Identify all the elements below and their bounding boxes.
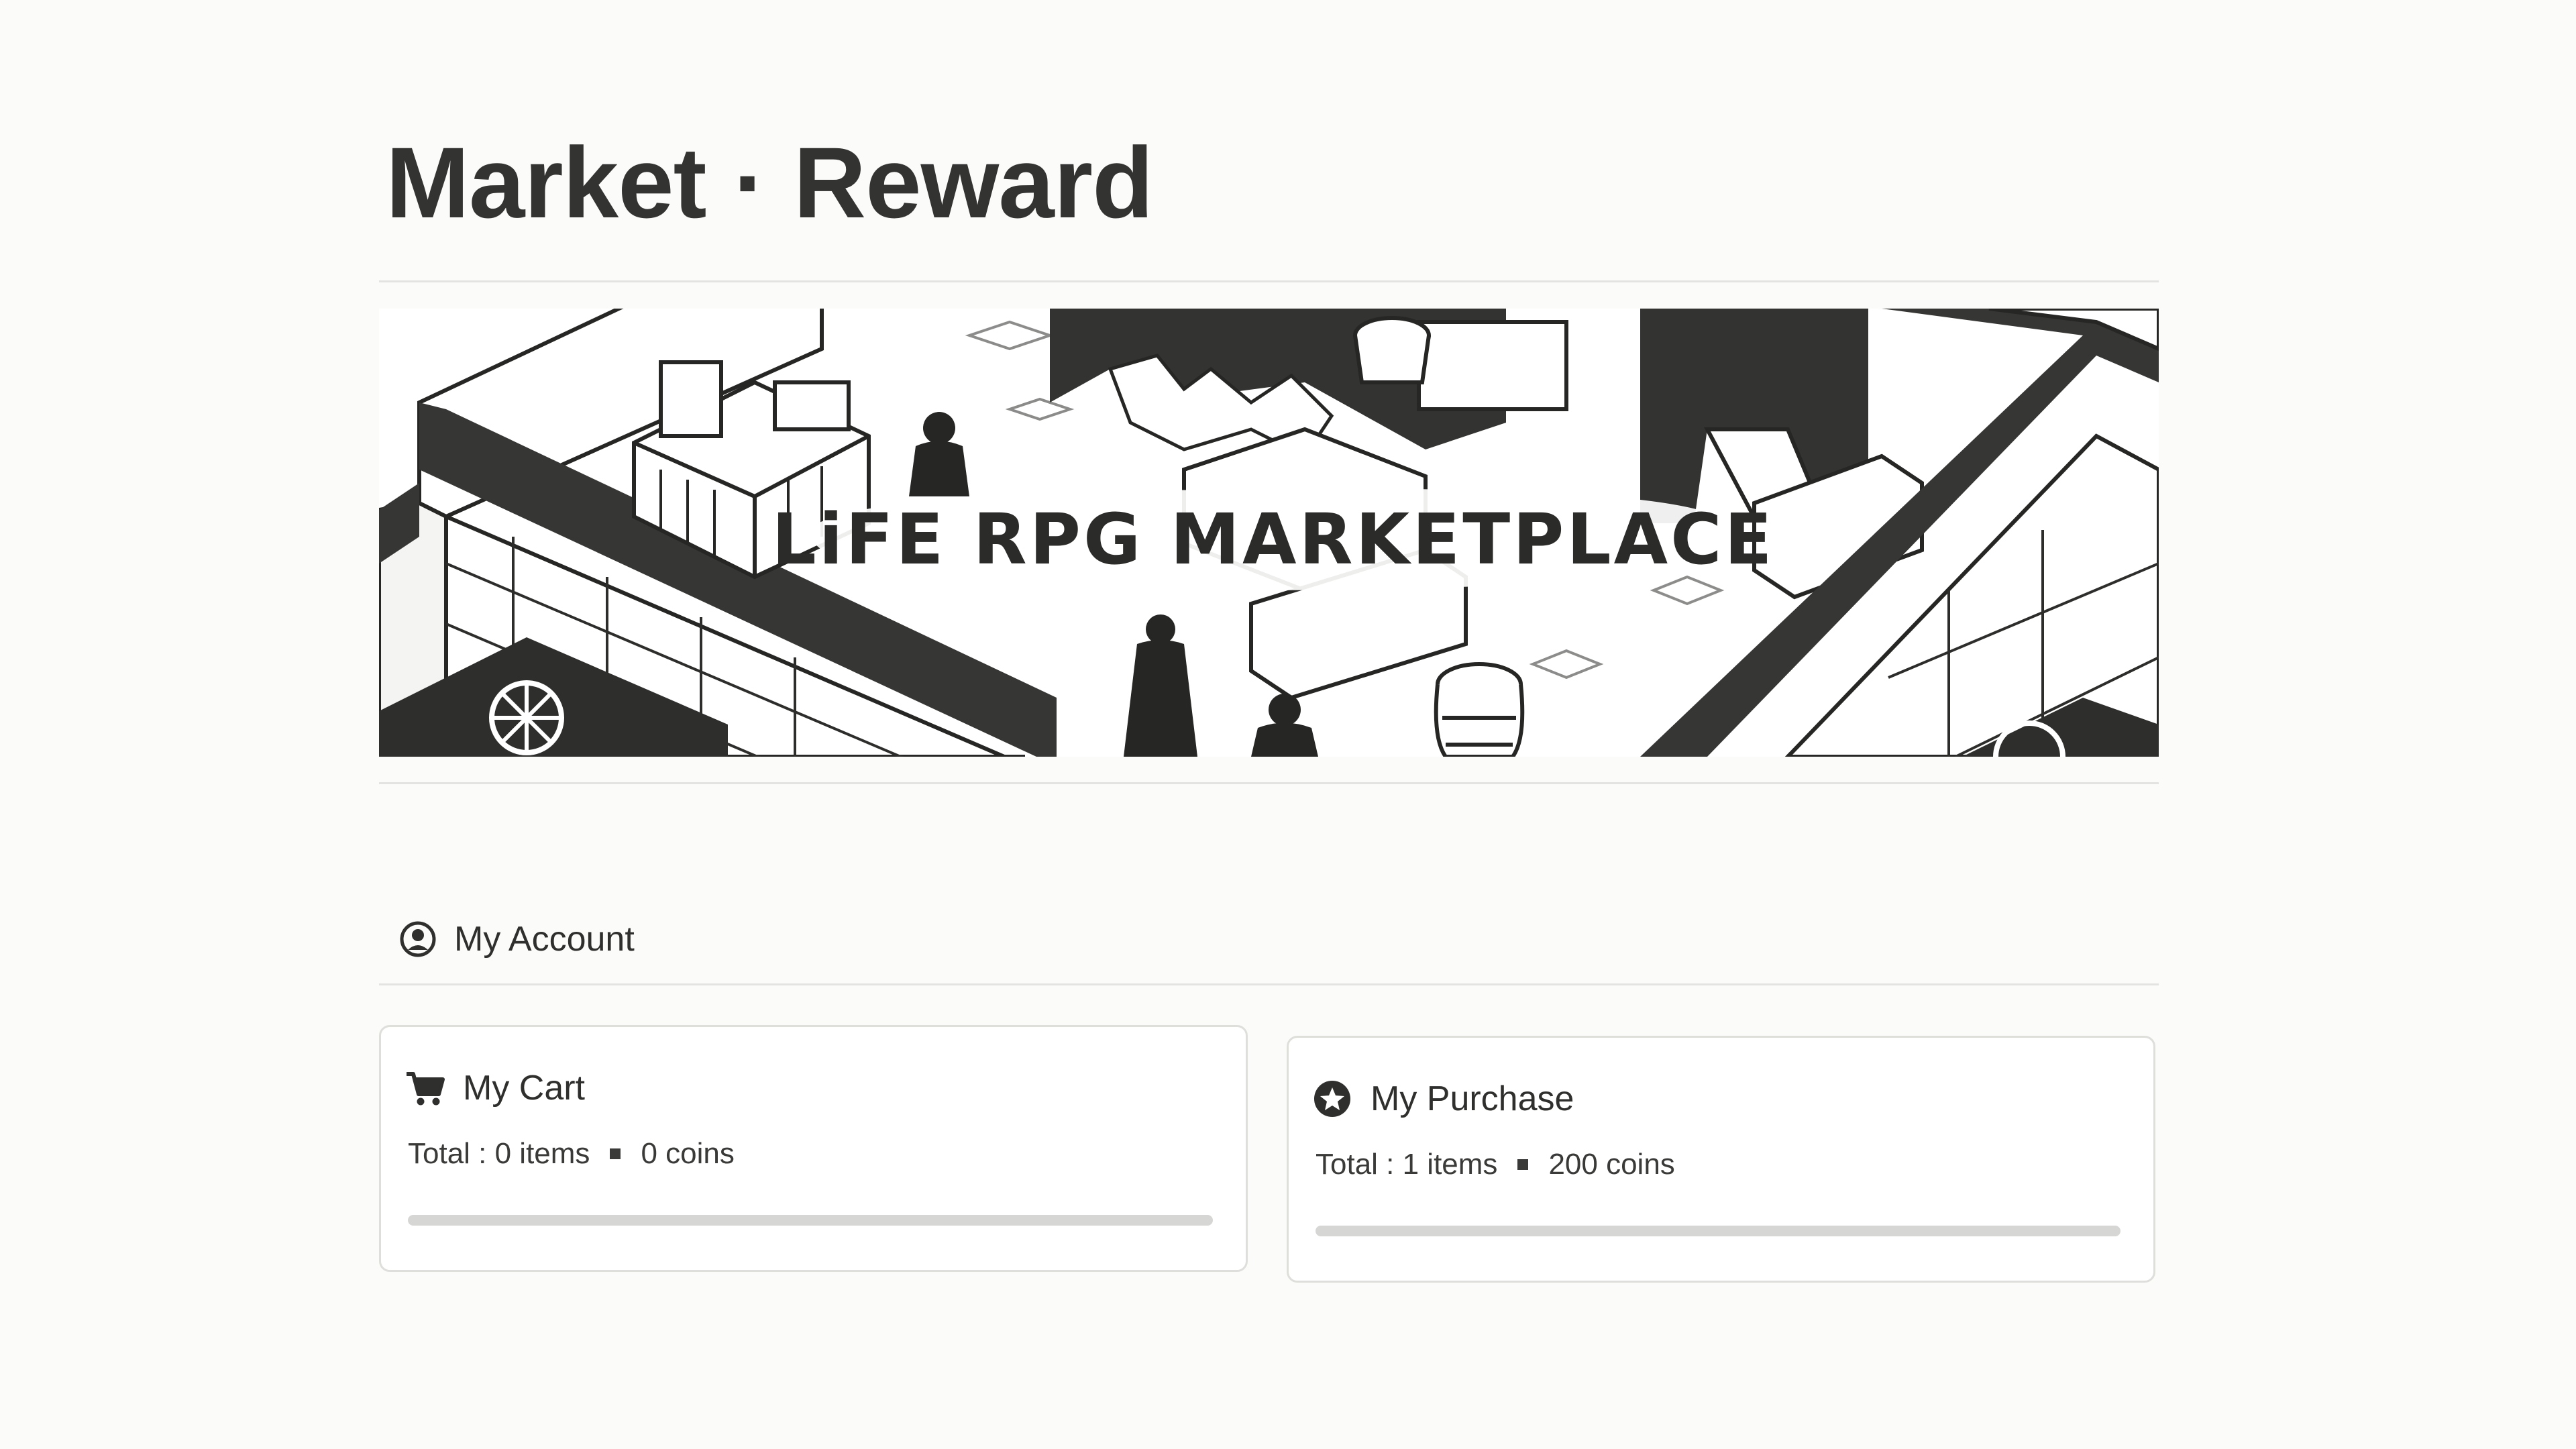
account-divider: [379, 983, 2159, 985]
my-account-label: My Account: [454, 920, 635, 959]
my-purchase-coins: 200 coins: [1548, 1148, 1675, 1181]
my-purchase-card[interactable]: My Purchase Total : 1 items 200 coins: [1287, 1036, 2155, 1283]
my-cart-progress-bar: [408, 1215, 1213, 1226]
my-purchase-title[interactable]: My Purchase: [1311, 1078, 1574, 1120]
banner-divider: [379, 782, 2159, 784]
banner-caption: LiFE RPG MARKETPLACE: [771, 498, 1774, 580]
marketplace-illustration: LiFE RPG MARKETPLACE: [379, 309, 2159, 757]
page-title: Market · Reward: [386, 126, 1154, 239]
my-account-heading[interactable]: My Account: [399, 912, 635, 966]
star-badge-icon: [1311, 1078, 1353, 1120]
my-purchase-total: Total : 1 items: [1316, 1148, 1498, 1181]
page: Market · Reward LiFE RPG MARKETPLACE My …: [379, 0, 2159, 1449]
my-cart-summary: Total : 0 items 0 coins: [408, 1137, 735, 1171]
title-divider: [379, 280, 2159, 282]
my-purchase-progress-bar: [1316, 1226, 2121, 1236]
my-purchase-label: My Purchase: [1371, 1079, 1574, 1118]
my-purchase-summary: Total : 1 items 200 coins: [1316, 1148, 1675, 1181]
separator-square: [1517, 1159, 1529, 1170]
banner-image: LiFE RPG MARKETPLACE: [379, 309, 2159, 757]
my-cart-card[interactable]: My Cart Total : 0 items 0 coins: [379, 1025, 1248, 1272]
separator-square: [610, 1148, 621, 1159]
user-circle-icon: [399, 920, 437, 958]
my-cart-title[interactable]: My Cart: [404, 1067, 585, 1109]
shopping-cart-icon: [404, 1067, 445, 1109]
my-cart-label: My Cart: [463, 1069, 585, 1108]
my-cart-total: Total : 0 items: [408, 1137, 590, 1170]
my-cart-coins: 0 coins: [641, 1137, 735, 1170]
